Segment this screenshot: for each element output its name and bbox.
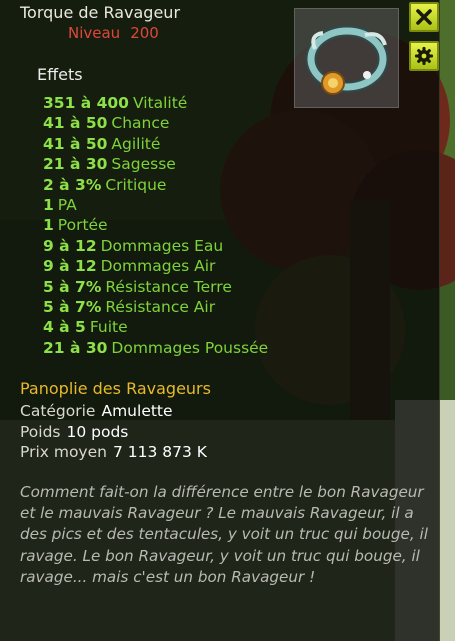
effect-line: 9 à 12 Dommages Air <box>43 256 268 276</box>
level-value: 200 <box>130 24 159 42</box>
effect-value: 5 à 7% <box>43 277 102 296</box>
set-name-link[interactable]: Panoplie des Ravageurs <box>20 379 211 398</box>
torque-item-icon <box>305 25 389 95</box>
item-description: Comment fait-on la différence entre le b… <box>20 483 428 586</box>
effect-value: 41 à 50 <box>43 134 108 153</box>
effect-value: 21 à 30 <box>43 338 108 357</box>
item-name: Torque de Ravageur <box>20 3 181 22</box>
effect-line: 5 à 7% Résistance Air <box>43 297 268 317</box>
effect-value: 9 à 12 <box>43 257 97 276</box>
settings-button[interactable] <box>409 41 439 71</box>
effect-name: Sagesse <box>111 155 176 174</box>
close-button[interactable] <box>409 2 439 32</box>
category-value: Amulette <box>101 402 173 420</box>
effect-line: 5 à 7% Résistance Terre <box>43 277 268 297</box>
effect-name: Vitalité <box>132 94 188 112</box>
gear-icon <box>415 47 433 65</box>
item-level: Niveau 200 <box>68 24 159 42</box>
effect-value: 5 à 7% <box>43 297 102 316</box>
effect-value: 9 à 12 <box>43 236 97 255</box>
effect-value: 21 à 30 <box>43 155 108 174</box>
effect-line: 2 à 3% Critique <box>43 175 268 195</box>
effect-name: Portée <box>57 216 108 235</box>
price-row: Prix moyen 7 113 873 K <box>20 442 207 463</box>
effect-name: Résistance Terre <box>105 277 232 296</box>
effect-value: 1 <box>43 195 54 214</box>
effect-line: 41 à 50 Agilité <box>43 134 268 154</box>
effect-line: 41 à 50 Chance <box>43 113 268 133</box>
weight-value: 10 pods <box>66 422 129 441</box>
effect-line: 4 à 5 Fuite <box>43 317 268 337</box>
weight-row: Poids 10 pods <box>20 422 207 443</box>
item-image-frame <box>294 8 399 108</box>
effects-heading: Effets <box>37 65 83 84</box>
effect-line: 1 PA <box>43 195 268 215</box>
category-label: Catégorie <box>20 402 96 420</box>
effect-name: Dommages Poussée <box>111 338 269 357</box>
effect-value: 41 à 50 <box>43 114 108 133</box>
effect-name: Fuite <box>89 318 128 337</box>
effect-value: 351 à 400 <box>43 94 129 112</box>
effect-line: 351 à 400 Vitalité <box>43 93 268 113</box>
effect-name: PA <box>57 195 77 214</box>
price-label: Prix moyen <box>20 443 107 461</box>
effect-name: Agilité <box>111 134 161 153</box>
effect-name: Chance <box>111 114 170 133</box>
level-label: Niveau <box>68 24 121 42</box>
effect-line: 21 à 30 Sagesse <box>43 154 268 174</box>
effect-line: 1 Portée <box>43 215 268 235</box>
weight-label: Poids <box>20 422 61 441</box>
effect-line: 21 à 30 Dommages Poussée <box>43 338 268 358</box>
effect-value: 2 à 3% <box>43 175 102 194</box>
price-value: 7 113 873 K <box>112 443 207 461</box>
effect-name: Résistance Air <box>105 297 216 316</box>
effects-list: 351 à 400 Vitalité 41 à 50 Chance 41 à 50 A… <box>43 93 268 358</box>
effect-name: Dommages Eau <box>100 236 224 255</box>
effect-value: 1 <box>43 216 54 235</box>
effect-name: Dommages Air <box>100 257 216 276</box>
item-properties: Catégorie Amulette Poids 10 pods Prix moye… <box>20 401 207 463</box>
close-icon <box>416 9 432 25</box>
effect-name: Critique <box>105 175 167 194</box>
effect-line: 9 à 12 Dommages Eau <box>43 236 268 256</box>
effect-value: 4 à 5 <box>43 318 86 337</box>
category-row: Catégorie Amulette <box>20 401 207 422</box>
